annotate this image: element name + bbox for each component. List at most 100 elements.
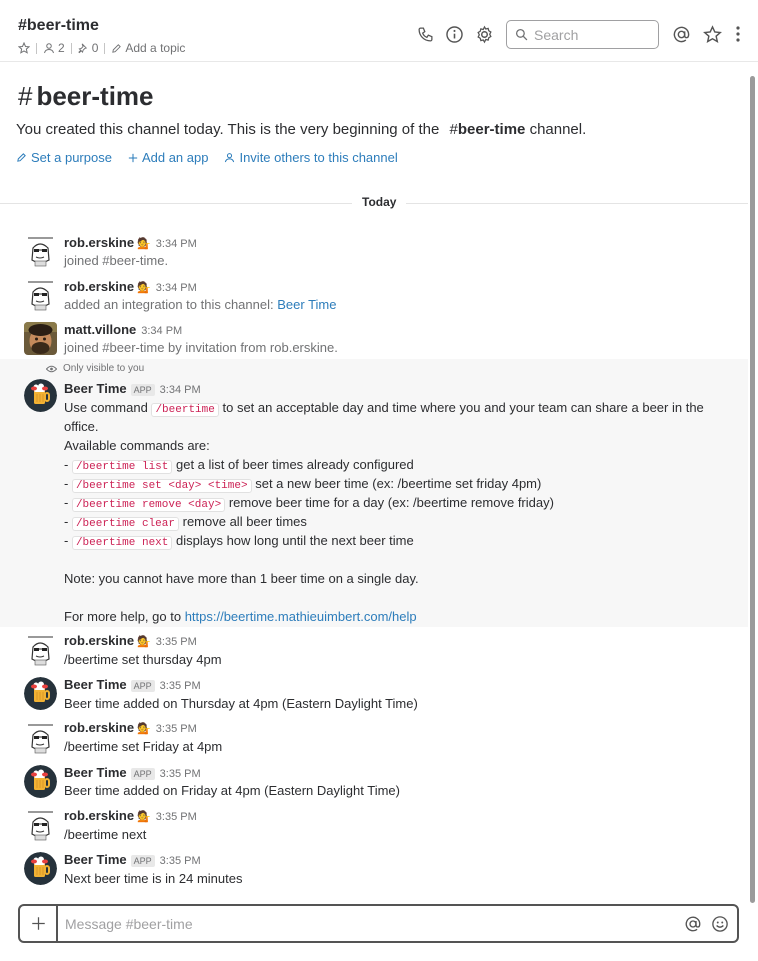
channel-name[interactable]: #beer-time bbox=[18, 17, 99, 35]
app-badge: APP bbox=[130, 768, 155, 780]
add-app-link[interactable]: Add an app bbox=[128, 150, 208, 165]
search-input[interactable] bbox=[534, 26, 652, 43]
avatar-rob-erskine[interactable] bbox=[24, 721, 57, 754]
message-body: /beertime next bbox=[64, 827, 147, 842]
message-text: For more help, go to bbox=[64, 609, 182, 624]
intro-text-after: channel. bbox=[529, 121, 587, 138]
channel-info-button[interactable] bbox=[444, 24, 464, 44]
message-scrollbar[interactable] bbox=[750, 76, 755, 903]
command-desc: remove beer time for a day (ex: /beertim… bbox=[228, 495, 554, 510]
avatar-rob-erskine[interactable] bbox=[24, 633, 57, 666]
plus-icon bbox=[31, 917, 45, 930]
starred-items-button[interactable] bbox=[702, 24, 722, 44]
avatar-rob-erskine[interactable] bbox=[24, 808, 57, 841]
invite-others-link[interactable]: Invite others to this channel bbox=[224, 150, 398, 165]
message-help-line: For more help, go to https://beertime.ma… bbox=[64, 609, 417, 624]
emoji-button[interactable] bbox=[710, 914, 730, 934]
search-box[interactable] bbox=[506, 20, 659, 49]
message-timestamp[interactable]: 3:35 PM bbox=[156, 723, 197, 735]
command-list-item: - /beertime set <day> <time> set a new b… bbox=[64, 476, 542, 493]
sender-name[interactable]: rob.erskine bbox=[64, 235, 134, 250]
message-body: Beer time added on Thursday at 4pm (East… bbox=[64, 696, 418, 711]
person-icon bbox=[225, 153, 235, 163]
message-timestamp[interactable]: 3:35 PM bbox=[156, 636, 197, 648]
sender-name[interactable]: rob.erskine bbox=[64, 633, 134, 648]
message-body: joined #beer-time by invitation from rob… bbox=[64, 340, 338, 355]
message-body-line: Use command /beertime to set an acceptab… bbox=[64, 400, 704, 417]
message-header: rob.erskine 💁 3:35 PM bbox=[64, 808, 197, 823]
avatar-rob-erskine[interactable] bbox=[24, 278, 57, 311]
avatar-rob-erskine[interactable] bbox=[24, 234, 57, 267]
intro-channel-name[interactable]: beer-time bbox=[458, 121, 526, 138]
star-toggle[interactable] bbox=[18, 42, 30, 54]
set-purpose-link[interactable]: Set a purpose bbox=[16, 150, 112, 165]
member-count[interactable]: 2 bbox=[43, 41, 65, 55]
mention-button[interactable] bbox=[683, 914, 703, 934]
message-header: rob.erskine 💁 3:35 PM bbox=[64, 633, 197, 648]
add-topic-link[interactable]: Add a topic bbox=[111, 41, 185, 55]
message-body: Beer time added on Friday at 4pm (Easter… bbox=[64, 783, 400, 798]
message-input[interactable] bbox=[65, 915, 683, 932]
pin-count[interactable]: 0 bbox=[77, 41, 99, 55]
avatar-matt-villone[interactable] bbox=[24, 322, 57, 355]
intro-hash: # bbox=[449, 121, 458, 138]
sender-name[interactable]: rob.erskine bbox=[64, 279, 134, 294]
sender-name[interactable]: Beer Time bbox=[64, 677, 127, 692]
status-emoji: 💁 bbox=[137, 636, 151, 648]
channel-intro-name: beer-time bbox=[36, 81, 154, 111]
channel-header: #beer-time 2 0 Add a topic bbox=[0, 0, 758, 62]
app-badge: APP bbox=[130, 680, 155, 692]
message-body-line: Available commands are: bbox=[64, 438, 210, 453]
avatar-beer-time[interactable] bbox=[24, 765, 57, 798]
message-timestamp[interactable]: 3:35 PM bbox=[160, 680, 201, 692]
channel-settings-button[interactable] bbox=[474, 24, 494, 44]
pencil-icon bbox=[112, 43, 122, 53]
command-code: /beertime set <day> <time> bbox=[71, 479, 252, 493]
sender-name[interactable]: rob.erskine bbox=[64, 808, 134, 823]
message-timestamp[interactable]: 3:35 PM bbox=[160, 768, 201, 780]
command-code: /beertime bbox=[151, 403, 219, 417]
sender-name[interactable]: Beer Time bbox=[64, 381, 127, 396]
avatar-beer-time[interactable] bbox=[24, 379, 57, 412]
message-body: /beertime set Friday at 4pm bbox=[64, 739, 223, 754]
plus-icon bbox=[128, 153, 138, 162]
smiley-icon bbox=[712, 915, 728, 932]
message-timestamp[interactable]: 3:34 PM bbox=[141, 325, 182, 337]
message-timestamp[interactable]: 3:34 PM bbox=[156, 238, 197, 250]
search-icon bbox=[515, 28, 528, 41]
set-purpose-label: Set a purpose bbox=[31, 150, 112, 165]
status-emoji: 💁 bbox=[137, 723, 151, 735]
only-visible-notice: Only visible to you bbox=[46, 363, 144, 374]
sender-name[interactable]: rob.erskine bbox=[64, 720, 134, 735]
message-body: added an integration to this channel: Be… bbox=[64, 297, 336, 312]
add-topic-label: Add a topic bbox=[125, 41, 186, 55]
sender-name[interactable]: matt.villone bbox=[64, 322, 136, 337]
message-header: rob.erskine 💁 3:34 PM bbox=[64, 235, 197, 250]
attach-button[interactable] bbox=[20, 906, 58, 941]
channel-meta: 2 0 Add a topic bbox=[18, 41, 185, 55]
command-code: /beertime next bbox=[71, 536, 173, 550]
gear-icon bbox=[476, 25, 492, 43]
mentions-button[interactable] bbox=[671, 24, 691, 44]
message-text: Use command bbox=[64, 400, 148, 415]
message-timestamp[interactable]: 3:35 PM bbox=[160, 855, 201, 867]
message-header: rob.erskine 💁 3:35 PM bbox=[64, 720, 197, 735]
more-options-button[interactable] bbox=[728, 24, 748, 44]
call-button[interactable] bbox=[415, 24, 435, 44]
avatar-beer-time[interactable] bbox=[24, 677, 57, 710]
message-timestamp[interactable]: 3:34 PM bbox=[160, 384, 201, 396]
sender-name[interactable]: Beer Time bbox=[64, 852, 127, 867]
message-note: Note: you cannot have more than 1 beer t… bbox=[64, 571, 419, 586]
message-timestamp[interactable]: 3:35 PM bbox=[156, 811, 197, 823]
integration-link[interactable]: Beer Time bbox=[277, 297, 336, 312]
command-list-item: - /beertime list get a list of beer time… bbox=[64, 457, 414, 474]
command-desc: remove all beer times bbox=[182, 514, 307, 529]
at-sign-icon bbox=[685, 916, 701, 931]
avatar-beer-time[interactable] bbox=[24, 852, 57, 885]
message-timestamp[interactable]: 3:34 PM bbox=[156, 282, 197, 294]
status-emoji: 💁 bbox=[137, 238, 151, 250]
help-link[interactable]: https://beertime.mathieuimbert.com/help bbox=[185, 609, 417, 624]
sender-name[interactable]: Beer Time bbox=[64, 765, 127, 780]
message-composer bbox=[18, 904, 739, 943]
pin-count-value: 0 bbox=[91, 41, 99, 55]
